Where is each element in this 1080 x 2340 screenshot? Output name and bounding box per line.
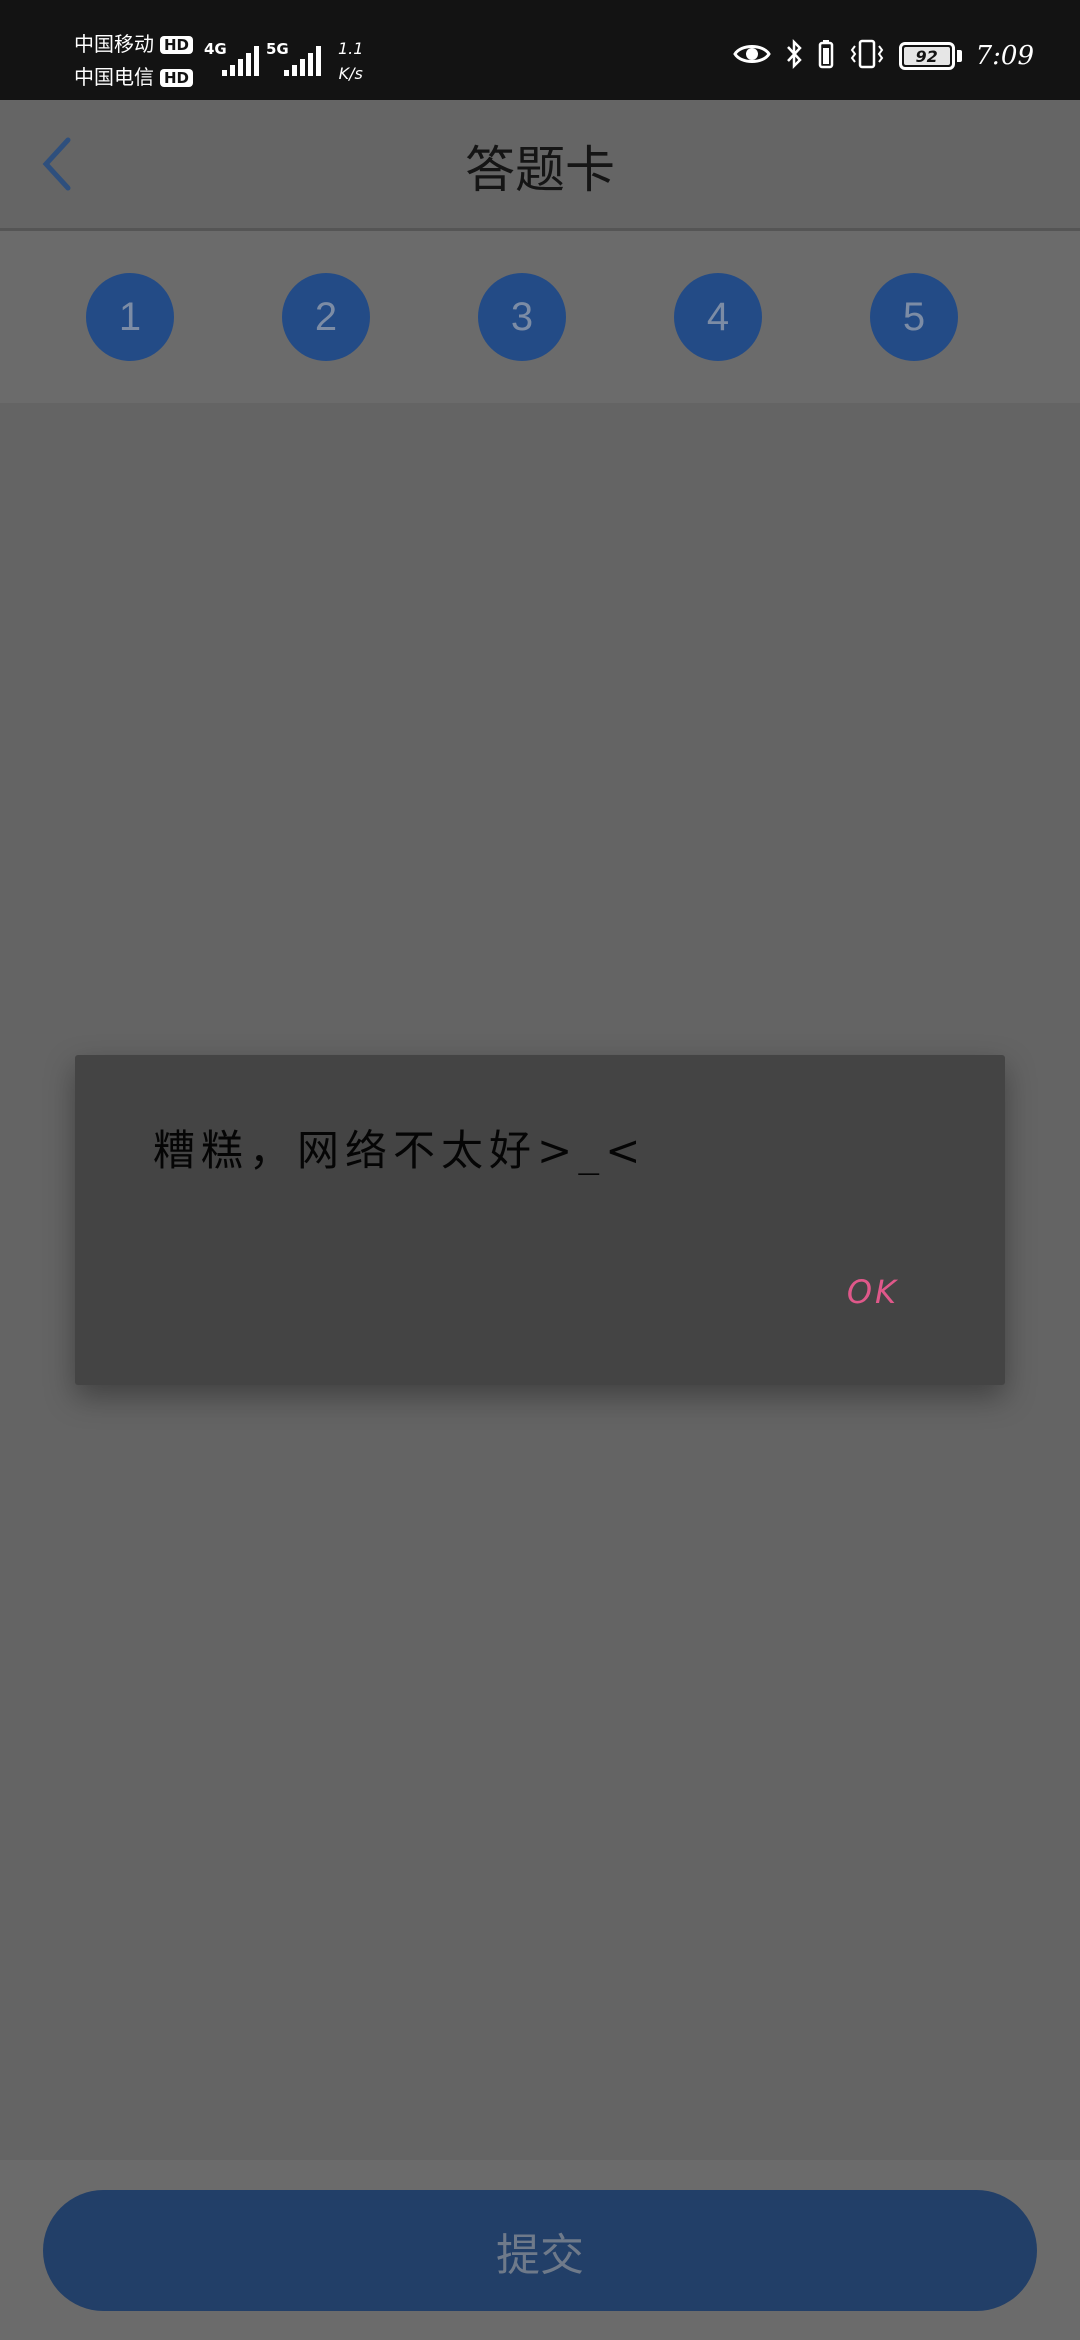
- bottom-bar: 提交: [0, 2160, 1080, 2340]
- bluetooth-icon: [785, 38, 803, 74]
- question-number-button[interactable]: 3: [478, 273, 566, 361]
- network-speed-value: 1.1: [338, 39, 364, 58]
- question-number-button[interactable]: 1: [86, 273, 174, 361]
- ok-button[interactable]: OK: [847, 1273, 899, 1311]
- clock: 7:09: [975, 41, 1034, 71]
- carrier-info: 中国移动 HD 中国电信 HD: [74, 28, 194, 94]
- carrier-name-2: 中国电信: [74, 65, 154, 89]
- network-speed: 1.1 K/s: [338, 36, 363, 86]
- battery-level: 92: [915, 46, 938, 66]
- network-error-dialog: 糟糕，网络不太好>_< OK: [75, 1055, 1005, 1385]
- status-bar: 中国移动 HD 中国电信 HD 4G 5G 1.1 K/s 92 7:09: [0, 0, 1080, 100]
- page-title: 答题卡: [465, 141, 615, 199]
- question-number-button[interactable]: 5: [870, 273, 958, 361]
- eye-comfort-icon: [732, 41, 771, 71]
- network-speed-unit: K/s: [338, 64, 363, 83]
- dialog-message: 糟糕，网络不太好>_<: [153, 1126, 647, 1175]
- question-number-button[interactable]: 2: [282, 273, 370, 361]
- status-icons: 92 7:09: [732, 38, 1034, 74]
- battery-icon: 92: [898, 42, 962, 70]
- app-header: 答题卡: [0, 100, 1080, 231]
- submit-button[interactable]: 提交: [43, 2190, 1037, 2311]
- vibrate-icon: [849, 38, 885, 74]
- signal-strength-icon-1: [222, 44, 259, 76]
- signal-strength-icon-2: [284, 44, 321, 76]
- hd-badge-2: HD: [160, 68, 194, 87]
- question-number-button[interactable]: 4: [674, 273, 762, 361]
- question-number-row: 1 2 3 4 5: [0, 231, 1080, 403]
- carrier-name-1: 中国移动: [74, 32, 154, 56]
- battery-saver-icon: [817, 38, 835, 74]
- hd-badge-1: HD: [160, 35, 194, 54]
